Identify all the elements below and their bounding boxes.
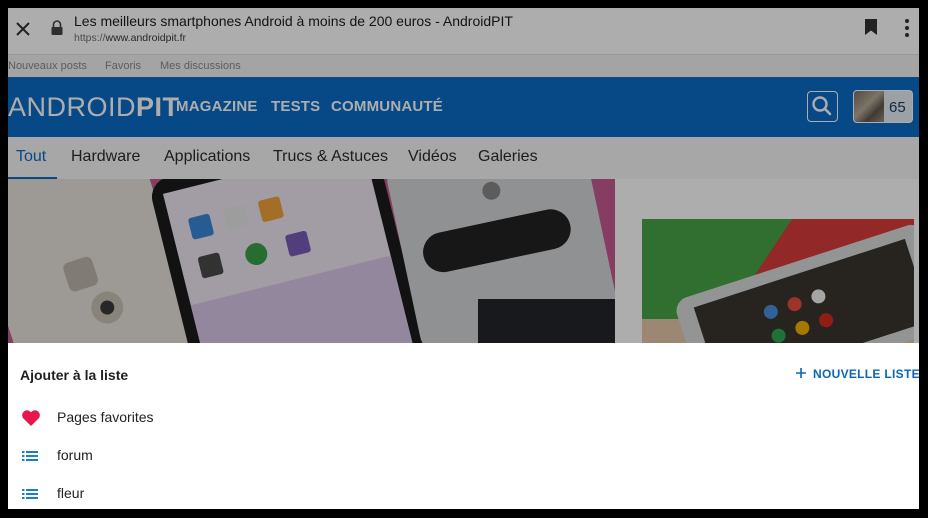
list-item-fleur[interactable]: fleur (8, 475, 919, 509)
heart-icon (22, 410, 40, 426)
list-item-favorites[interactable]: Pages favorites (8, 399, 919, 437)
sheet-heading: Ajouter à la liste (20, 367, 129, 383)
list-item-label: Pages favorites (57, 409, 154, 425)
screen: Les meilleurs smartphones Android à moin… (8, 8, 919, 509)
list-item-forum[interactable]: forum (8, 437, 919, 475)
modal-scrim[interactable] (8, 8, 919, 343)
list-icon (22, 451, 38, 461)
list-item-label: forum (57, 447, 93, 463)
new-list-label: NOUVELLE LISTE (813, 367, 919, 381)
plus-icon (796, 368, 806, 378)
new-list-button[interactable]: NOUVELLE LISTE (795, 365, 919, 383)
list-icon (22, 489, 38, 499)
list-item-label: fleur (57, 485, 85, 501)
add-to-list-sheet: Ajouter à la liste NOUVELLE LISTE Pages … (8, 343, 919, 509)
